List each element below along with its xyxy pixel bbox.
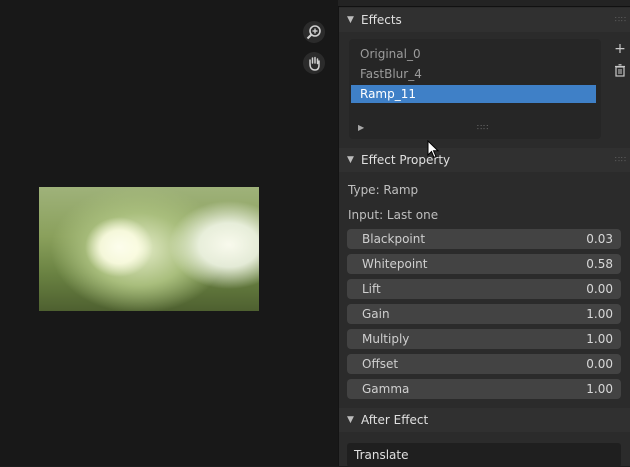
field-label: Whitepoint [362,257,428,271]
plus-icon[interactable]: + [610,39,630,59]
resize-grip-icon[interactable]: ∷∷ [477,123,489,132]
multiply-field[interactable]: Multiply 1.00 [347,329,621,349]
field-label: Offset [362,357,399,371]
field-label: Blackpoint [362,232,426,246]
mouse-cursor-icon [427,140,440,159]
effects-list[interactable]: Original_0 FastBlur_4 Ramp_11 ▶ ∷∷ [349,39,601,139]
translate-button[interactable]: Translate [347,443,621,467]
collapse-triangle-icon[interactable]: ▼ [347,415,361,425]
effect-property-header[interactable]: ▼ Effect Property ∷∷ [339,148,630,172]
field-value: 1.00 [586,332,613,346]
field-value: 1.00 [586,307,613,321]
effects-panel-header[interactable]: ▼ Effects ∷∷ [339,8,630,32]
properties-panel: ▼ Effects ∷∷ Original_0 FastBlur_4 Ramp_… [338,7,630,467]
list-item-selected[interactable]: Ramp_11 [351,85,596,103]
lift-field[interactable]: Lift 0.00 [347,279,621,299]
render-preview-image [39,187,259,311]
effect-type-label: Type: Ramp [348,183,419,197]
trash-icon[interactable] [610,60,630,80]
field-label: Multiply [362,332,410,346]
field-value: 0.03 [586,232,613,246]
list-item[interactable]: Original_0 [351,45,596,63]
zoom-icon[interactable] [303,21,325,43]
image-viewport[interactable] [0,0,338,466]
field-label: Gain [362,307,390,321]
after-effect-header[interactable]: ▼ After Effect [339,408,630,432]
field-value: 0.00 [586,357,613,371]
field-label: Gamma [362,382,410,396]
effects-panel-title: Effects [361,13,402,27]
offset-field[interactable]: Offset 0.00 [347,354,621,374]
pan-hand-icon[interactable] [303,52,325,74]
drag-grip-icon[interactable]: ∷∷ [615,155,627,164]
list-item[interactable]: FastBlur_4 [351,65,596,83]
gain-field[interactable]: Gain 1.00 [347,304,621,324]
expand-triangle-icon[interactable]: ▶ [358,123,364,132]
collapse-triangle-icon[interactable]: ▼ [347,155,361,165]
whitepoint-field[interactable]: Whitepoint 0.58 [347,254,621,274]
blackpoint-field[interactable]: Blackpoint 0.03 [347,229,621,249]
drag-grip-icon[interactable]: ∷∷ [615,15,627,24]
field-label: Lift [362,282,381,296]
field-value: 0.58 [586,257,613,271]
after-effect-title: After Effect [361,413,429,427]
gamma-field[interactable]: Gamma 1.00 [347,379,621,399]
effect-input-label: Input: Last one [348,208,439,222]
field-value: 0.00 [586,282,613,296]
field-value: 1.00 [586,382,613,396]
collapse-triangle-icon[interactable]: ▼ [347,15,361,25]
